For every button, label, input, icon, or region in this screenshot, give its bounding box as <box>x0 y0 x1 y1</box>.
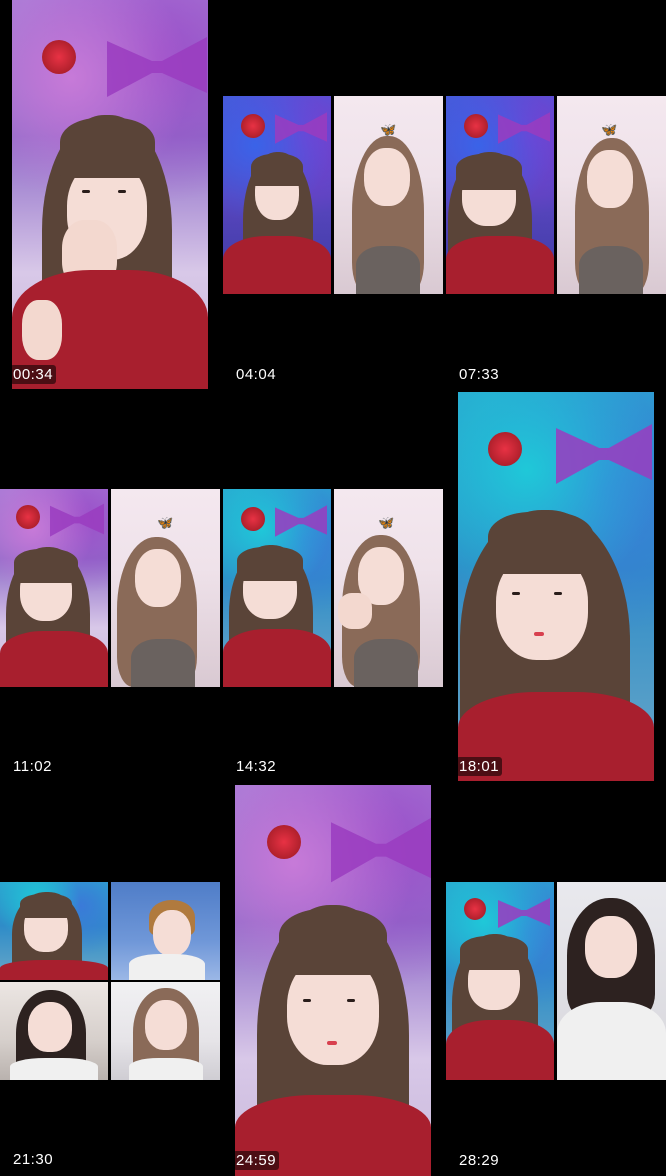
thumbnail-8[interactable]: 24:59 <box>223 785 443 1176</box>
bow-decoration <box>331 817 431 883</box>
video-pane-bottom-left <box>0 982 108 1080</box>
thumbnail-1[interactable]: 00:34 <box>0 0 220 389</box>
thumbnail-6[interactable]: 18:01 <box>446 392 666 781</box>
video-pane-right <box>557 882 666 1080</box>
video-pane-left <box>446 882 554 1080</box>
video-frame <box>458 392 654 781</box>
video-pane-left <box>0 489 108 687</box>
video-pane-left <box>446 96 554 294</box>
timestamp-label: 28:29 <box>456 1151 503 1170</box>
bow-decoration <box>107 37 207 97</box>
bow-decoration <box>556 424 652 484</box>
butterfly-icon: 🦋 <box>157 515 174 530</box>
video-pane-bottom-right <box>111 982 220 1080</box>
timestamp-label: 11:02 <box>10 757 55 776</box>
butterfly-icon: 🦋 <box>378 515 395 530</box>
lantern-decoration <box>488 432 522 466</box>
thumbnail-9[interactable]: 28:29 <box>446 785 666 1176</box>
video-pane-right: 🦋 <box>557 96 666 294</box>
video-pane-top-left <box>0 882 108 980</box>
timestamp-label: 00:34 <box>10 365 57 384</box>
video-frame <box>235 785 431 1176</box>
thumbnail-grid: 00:34 🦋 04:04 🦋 07:33 🦋 11:02 🦋 14:32 18… <box>0 0 666 1176</box>
lantern-decoration <box>267 825 301 859</box>
thumbnail-5[interactable]: 🦋 14:32 <box>223 392 443 781</box>
video-pane-top-right <box>111 882 220 980</box>
video-pane-left <box>223 96 331 294</box>
thumbnail-4[interactable]: 🦋 11:02 <box>0 392 220 781</box>
timestamp-label: 21:30 <box>10 1150 57 1169</box>
thumbnail-3[interactable]: 🦋 07:33 <box>446 0 666 389</box>
lantern-decoration <box>42 40 76 74</box>
timestamp-label: 14:32 <box>233 757 280 776</box>
timestamp-label: 07:33 <box>456 365 503 384</box>
video-pane-left <box>223 489 331 687</box>
thumbnail-7[interactable]: 21:30 <box>0 785 220 1176</box>
video-pane-right: 🦋 <box>334 96 443 294</box>
video-pane-right: 🦋 <box>334 489 443 687</box>
timestamp-label: 24:59 <box>233 1151 280 1170</box>
video-frame <box>12 0 208 389</box>
timestamp-label: 04:04 <box>233 365 280 384</box>
timestamp-label: 18:01 <box>456 757 503 776</box>
video-pane-right: 🦋 <box>111 489 220 687</box>
butterfly-icon: 🦋 <box>601 122 618 137</box>
thumbnail-2[interactable]: 🦋 04:04 <box>223 0 443 389</box>
